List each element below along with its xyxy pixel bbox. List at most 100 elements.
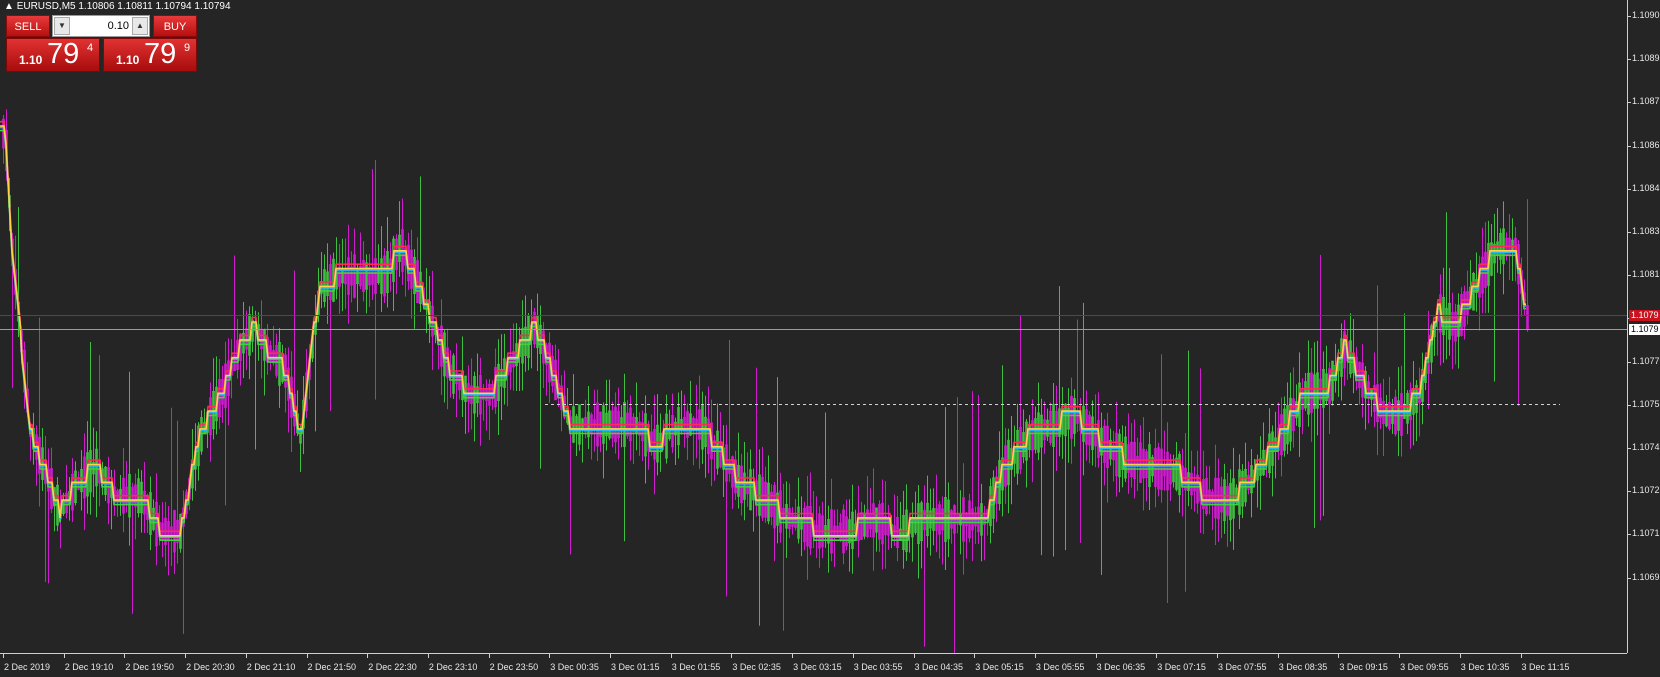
bearish-candle (842, 504, 845, 565)
bullish-candle (92, 427, 95, 498)
buy-price-prefix: 1.10 (116, 53, 140, 67)
time-label: 2 Dec 19:10 (64, 662, 114, 672)
bullish-candle (1448, 268, 1451, 356)
time-label: 3 Dec 03:15 (793, 662, 842, 672)
bullish-candle (758, 449, 761, 626)
bullish-candle (920, 500, 923, 569)
time-label: 2 Dec 23:50 (489, 662, 539, 672)
bearish-candle (815, 496, 818, 559)
bullish-candle (398, 201, 401, 277)
bearish-candle (953, 504, 956, 655)
time-tick (1520, 654, 1522, 658)
bearish-candle (977, 395, 980, 544)
bearish-candle (596, 389, 599, 462)
time-tick (488, 654, 490, 658)
price-label: 1.1090 (1632, 10, 1660, 20)
bid-price-box: 1.1079 (1629, 324, 1660, 336)
price-label: 1.1087 (1632, 96, 1660, 107)
bullish-candle (899, 501, 902, 541)
bullish-candle (1304, 372, 1307, 411)
time-tick (245, 654, 247, 658)
bullish-candle (1022, 409, 1025, 464)
time-tick (185, 654, 187, 658)
bullish-candle (524, 295, 527, 372)
sell-price-button[interactable]: 1.10 79 4 (6, 38, 100, 72)
time-tick (913, 654, 915, 658)
bearish-candle (143, 461, 146, 533)
bullish-candle (743, 441, 746, 521)
bearish-candle (329, 254, 332, 412)
bearish-candle (1484, 222, 1487, 314)
bearish-candle (401, 198, 404, 285)
sell-price-fraction: 4 (87, 42, 94, 54)
price-label: 1.1072 (1632, 485, 1660, 496)
bearish-candle (866, 476, 869, 539)
bearish-candle (1043, 401, 1046, 454)
time-tick (63, 654, 65, 658)
time-label: 3 Dec 04:35 (914, 662, 964, 672)
bearish-candle (938, 501, 941, 559)
bullish-candle (521, 300, 524, 391)
bullish-candle (320, 251, 323, 309)
collapse-triangle-icon[interactable]: ▲ (4, 1, 14, 12)
price-label: 1.1077 (1632, 355, 1660, 366)
price-tick (1628, 577, 1631, 579)
time-tick (1459, 654, 1461, 658)
time-tick (306, 654, 308, 658)
bearish-candle (884, 481, 887, 569)
buy-price-button[interactable]: 1.10 79 9 (103, 38, 197, 72)
bullish-candle (1295, 384, 1298, 426)
bearish-candle (275, 333, 278, 379)
bullish-candle (1274, 411, 1277, 479)
bearish-candle (791, 507, 794, 535)
bullish-candle (1232, 447, 1235, 550)
time-label: 3 Dec 01:55 (671, 662, 721, 672)
time-label: 2 Dec 2019 (4, 662, 51, 672)
time-label: 3 Dec 00:35 (550, 662, 599, 672)
bullish-candle (902, 490, 905, 569)
bearish-candle (1103, 419, 1106, 486)
bullish-candle (578, 404, 581, 451)
time-tick (427, 654, 429, 658)
bullish-candle (356, 263, 359, 312)
bullish-candle (80, 450, 83, 511)
lot-decrease-arrow-icon[interactable]: ▼ (54, 17, 70, 35)
bullish-candle (656, 394, 659, 476)
bullish-candle (1223, 463, 1226, 534)
bearish-candle (782, 483, 785, 631)
lot-increase-arrow-icon[interactable]: ▲ (132, 17, 148, 35)
bullish-candle (1082, 302, 1085, 476)
bullish-candle (1307, 340, 1310, 427)
buy-price-fraction: 9 (184, 42, 191, 54)
bearish-candle (479, 357, 482, 446)
bullish-candle (1028, 415, 1031, 458)
time-scale[interactable]: 2 Dec 2019 2 Dec 19:10 2 Dec 19:50 2 Dec 20… (0, 653, 1627, 677)
bullish-candle (473, 371, 476, 442)
sell-button[interactable]: SELL (6, 15, 50, 37)
lot-size-field[interactable]: ▼ 0.10 ▲ (52, 15, 150, 37)
bearish-candle (698, 375, 701, 469)
time-label: 3 Dec 05:55 (1035, 662, 1085, 672)
price-tick (1628, 491, 1631, 493)
bearish-candle (161, 502, 164, 558)
lot-size-value[interactable]: 0.10 (73, 16, 129, 36)
bearish-candle (974, 506, 977, 544)
time-label: 3 Dec 08:35 (1278, 662, 1328, 672)
time-tick (792, 654, 794, 658)
buy-button[interactable]: BUY (153, 15, 197, 37)
time-label: 3 Dec 07:15 (1157, 662, 1206, 672)
time-label: 2 Dec 20:30 (186, 662, 235, 672)
price-scale[interactable]: 1.1090 1.1089 1.1087 1.1086 1.1084 1.1083 1.10… (1627, 0, 1660, 653)
bullish-candle (1001, 365, 1004, 517)
bearish-candle (227, 338, 230, 426)
time-tick (1156, 654, 1158, 658)
bearish-candle (806, 475, 809, 580)
bullish-candle (1268, 408, 1271, 479)
bearish-candle (38, 317, 41, 507)
price-chart[interactable]: ▲ EURUSD,M5 1.10806 1.10811 1.10794 1.10… (0, 0, 1627, 655)
bullish-candle (1496, 208, 1499, 273)
bullish-candle (689, 380, 692, 437)
bearish-candle (731, 455, 734, 509)
bullish-candle (1445, 212, 1448, 360)
candlestick-chart[interactable] (0, 0, 1627, 655)
